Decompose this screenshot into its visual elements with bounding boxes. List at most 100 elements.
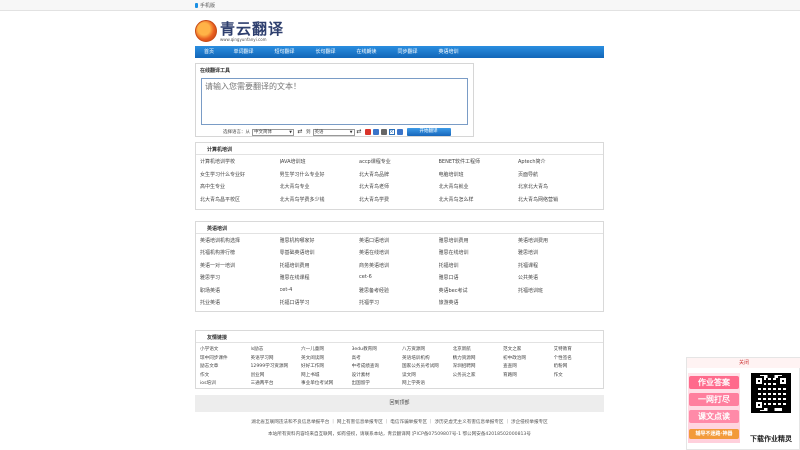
list-item[interactable]: 网上学英语	[402, 380, 453, 389]
list-item[interactable]: 雅思学习	[200, 274, 280, 286]
list-item[interactable]: 事业单位考试网	[301, 380, 352, 389]
list-item[interactable]: BENET软件工程师	[439, 158, 519, 171]
list-item[interactable]: 雅思在线课程	[280, 274, 360, 286]
list-item[interactable]: 12999学习资源网	[251, 363, 302, 372]
nav-word-translate[interactable]: 单词翻译	[223, 46, 264, 58]
nav-english-training[interactable]: 英语培训	[428, 46, 469, 58]
list-item[interactable]: 读文网	[402, 372, 453, 381]
list-item[interactable]: cet-4	[280, 287, 360, 299]
list-item[interactable]: 英语bec考试	[439, 287, 519, 299]
back-to-top-link[interactable]: 回到顶部	[195, 395, 604, 412]
list-item[interactable]: 英语一对一培训	[200, 262, 280, 274]
list-item[interactable]: 北大青鸟品牌	[359, 171, 439, 184]
list-item[interactable]: 托业英语	[200, 299, 280, 311]
list-item[interactable]: 作文	[200, 372, 251, 381]
list-item[interactable]: 英语培训机构	[402, 355, 453, 364]
list-item[interactable]: 三通两平台	[251, 380, 302, 389]
list-item[interactable]: accp课程专业	[359, 158, 439, 171]
list-item[interactable]: 查查网	[503, 363, 554, 372]
list-item[interactable]: 3edu教育网	[352, 346, 403, 355]
nav-read-aloud[interactable]: 在线朗读	[346, 46, 387, 58]
list-item[interactable]: 北京新航	[453, 346, 504, 355]
list-item[interactable]: 公共英语	[518, 274, 598, 286]
speak-icon[interactable]	[364, 129, 371, 135]
list-item[interactable]: 创业网	[251, 372, 302, 381]
download-icon[interactable]	[396, 129, 403, 135]
list-item[interactable]: 网上书城	[301, 372, 352, 381]
list-item[interactable]: 小学语文	[200, 346, 251, 355]
ad-close-button[interactable]: 关闭	[687, 358, 800, 368]
list-item[interactable]: 出国留学	[352, 380, 403, 389]
list-item[interactable]: 中考成绩查询	[352, 363, 403, 372]
list-item[interactable]: 托福机构排行榜	[200, 249, 280, 261]
list-item[interactable]: 初中政治网	[503, 355, 554, 364]
list-item[interactable]: 艾特教育	[554, 346, 605, 355]
list-item[interactable]: 英语口语培训	[359, 237, 439, 249]
list-item[interactable]: 女生学习什么专业好	[200, 171, 280, 184]
floating-ad[interactable]: 关闭 作业答案 一网打尽 课文点读 辅导不迷路·神器 下载作业精灵	[686, 357, 800, 450]
list-item[interactable]: 计算机培训学校	[200, 158, 280, 171]
list-item[interactable]: 页面导航	[518, 171, 598, 184]
list-item[interactable]: 雅思备考经验	[359, 287, 439, 299]
list-item[interactable]: 深圳招聘网	[453, 363, 504, 372]
list-item[interactable]: 英语在线培训	[359, 249, 439, 261]
list-item[interactable]: cet-6	[359, 274, 439, 286]
list-item[interactable]: 托福培训费用	[280, 262, 360, 274]
source-text-input[interactable]	[201, 78, 468, 125]
list-item[interactable]: 琼中同步课件	[200, 355, 251, 364]
list-item[interactable]: ls励志	[251, 346, 302, 355]
list-item[interactable]: 托福培训	[439, 262, 519, 274]
list-item[interactable]: 托福课程	[518, 262, 598, 274]
list-item[interactable]: 雅思培训	[518, 249, 598, 261]
list-item[interactable]: 北大青鸟就业	[439, 183, 519, 196]
arrow-icon[interactable]: ⇄	[357, 129, 363, 135]
list-item[interactable]: 雅思机构哪家好	[280, 237, 360, 249]
list-item[interactable]: Aptech简介	[518, 158, 598, 171]
list-item[interactable]: 雅思在线培训	[439, 249, 519, 261]
list-item[interactable]: 托福培训班	[518, 287, 598, 299]
print-icon[interactable]	[380, 129, 387, 135]
translate-button[interactable]: 开始翻译	[406, 128, 451, 136]
list-item[interactable]: 范文之家	[503, 346, 554, 355]
list-item[interactable]: 托福学习	[359, 299, 439, 311]
list-item[interactable]: 好好工作网	[301, 363, 352, 372]
nav-short-sentence[interactable]: 短句翻译	[264, 46, 305, 58]
list-item[interactable]: 励志文章	[200, 363, 251, 372]
list-item[interactable]: 商务英语培训	[359, 262, 439, 274]
list-item[interactable]: 旅游英语	[439, 299, 519, 311]
list-item[interactable]: 奶粉网	[554, 363, 605, 372]
list-item[interactable]: 英语培训机构选择	[200, 237, 280, 249]
copy-icon[interactable]	[372, 129, 379, 135]
list-item[interactable]: 精力资源网	[453, 355, 504, 364]
list-item[interactable]: 英语学习网	[251, 355, 302, 364]
list-item[interactable]: 高考	[352, 355, 403, 364]
list-item[interactable]: 英语培训费用	[518, 237, 598, 249]
list-item[interactable]: 托福口语学习	[280, 299, 360, 311]
list-item[interactable]: 北大青鸟学费多少钱	[280, 196, 360, 209]
nav-home[interactable]: 首页	[195, 46, 223, 58]
list-item[interactable]: 雅思口语	[439, 274, 519, 286]
site-logo[interactable]: 青云翻译 www.qingyunfanyi.com	[195, 16, 305, 46]
list-item[interactable]: 北大青鸟学费	[359, 196, 439, 209]
footer-report-links[interactable]: 湖北省互联网违法和不良信息举报平台 ｜ 网上有害信息举报专区 ｜ 电信诈骗举报专…	[195, 419, 604, 425]
ad-banner[interactable]: 作业答案 一网打尽 课文点读 辅导不迷路·神器	[688, 373, 740, 443]
source-language-select[interactable]: 中文简体 ▼	[252, 128, 294, 136]
list-item[interactable]: 高中生专业	[200, 183, 280, 196]
list-item[interactable]: 职场英语	[200, 287, 280, 299]
list-item[interactable]: 雅思培训费用	[439, 237, 519, 249]
list-item[interactable]: 男生学习什么专业好	[280, 171, 360, 184]
list-item[interactable]: 英文阅读网	[301, 355, 352, 364]
list-item[interactable]: 电脑培训班	[439, 171, 519, 184]
list-item[interactable]: 公务员之家	[453, 372, 504, 381]
list-item[interactable]: ios培训	[200, 380, 251, 389]
list-item[interactable]: 北大青鸟网络营销	[518, 196, 598, 209]
list-item[interactable]: 北京北大青鸟	[518, 183, 598, 196]
list-item[interactable]: 国家公务员考试网	[402, 363, 453, 372]
list-item[interactable]: 设计素材	[352, 372, 403, 381]
swap-icon[interactable]: ⇄	[296, 129, 304, 135]
list-item[interactable]: 北大青鸟专业	[280, 183, 360, 196]
list-item[interactable]: 六一儿童网	[301, 346, 352, 355]
list-item[interactable]: JAVA培训班	[280, 158, 360, 171]
nav-sync-translate[interactable]: 同步翻译	[387, 46, 428, 58]
list-item[interactable]: 北大青鸟怎么样	[439, 196, 519, 209]
